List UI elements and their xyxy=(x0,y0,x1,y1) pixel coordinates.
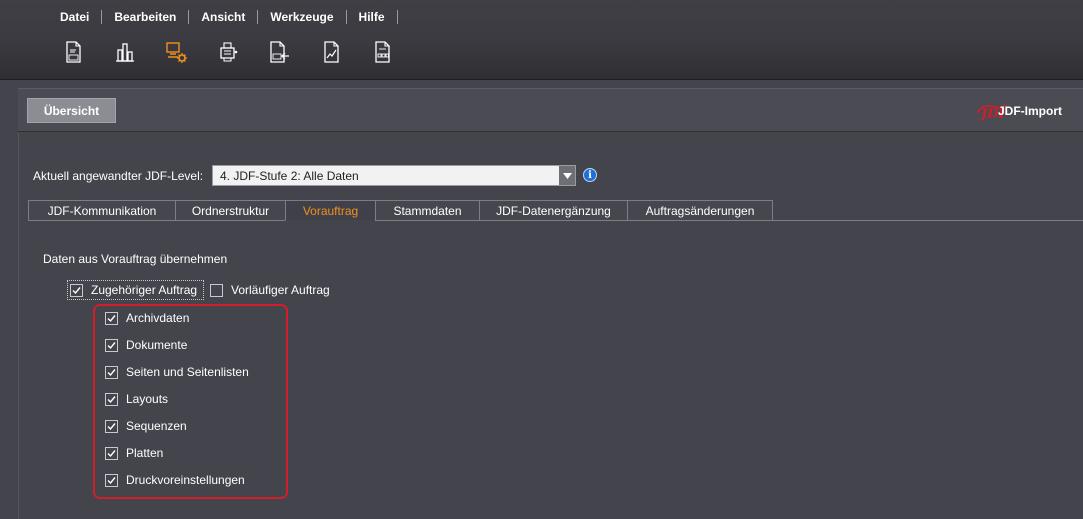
checkbox-archivdaten[interactable]: Archivdaten xyxy=(105,310,189,326)
toolbar-button-document-grid[interactable] xyxy=(369,39,395,65)
toolbar-button-document-chart[interactable] xyxy=(318,39,344,65)
tab-stammdaten[interactable]: Stammdaten xyxy=(375,200,479,221)
document-grid-icon xyxy=(375,41,390,63)
checkbox-layouts[interactable]: Layouts xyxy=(105,391,168,407)
checkbox-label: Druckvoreinstellungen xyxy=(126,473,245,487)
tab-vorauftrag[interactable]: Vorauftrag xyxy=(285,200,375,221)
check-icon xyxy=(72,286,81,294)
info-icon[interactable]: i xyxy=(583,168,597,182)
jdf-level-select[interactable]: 4. JDF-Stufe 2: Alle Daten xyxy=(212,165,576,186)
check-icon xyxy=(107,341,116,349)
toolbar xyxy=(60,38,421,66)
building-blocks-icon xyxy=(115,43,134,62)
checkbox-platten[interactable]: Platten xyxy=(105,445,163,461)
chevron-down-icon[interactable] xyxy=(559,166,575,185)
workstation-gear-icon xyxy=(166,42,187,63)
checkbox-box[interactable] xyxy=(105,392,118,406)
jdf-level-selected-value: 4. JDF-Stufe 2: Alle Daten xyxy=(220,169,359,183)
overview-button[interactable]: Übersicht xyxy=(27,98,116,123)
menu-werkzeuge[interactable]: Werkzeuge xyxy=(258,8,345,26)
checkbox-box[interactable] xyxy=(105,338,118,352)
checkbox-box[interactable] xyxy=(105,446,118,460)
checkbox-box[interactable] xyxy=(105,473,118,487)
toolbar-button-document-abc-arrow[interactable] xyxy=(266,39,292,65)
check-icon xyxy=(107,314,116,322)
checkbox-label: Platten xyxy=(126,446,164,460)
checkbox-box[interactable] xyxy=(210,283,223,297)
overview-bar: Übersicht JDF JDF-Import xyxy=(18,88,1083,132)
document-chart-icon xyxy=(323,41,339,63)
menu-hilfe[interactable]: Hilfe xyxy=(347,8,397,26)
checkbox-box[interactable] xyxy=(105,365,118,379)
menu-datei[interactable]: Datei xyxy=(48,8,101,26)
tab-bar: JDF-Kommunikation Ordnerstruktur Vorauft… xyxy=(28,200,773,221)
checkbox-sequenzen[interactable]: Sequenzen xyxy=(105,418,187,434)
check-icon xyxy=(107,449,116,457)
checkbox-label: Layouts xyxy=(126,392,169,406)
check-icon xyxy=(107,476,116,484)
check-icon xyxy=(107,368,116,376)
module-title: JDF-Import xyxy=(998,104,1062,118)
tab-jdf-datenergaenzung[interactable]: JDF-Datenergänzung xyxy=(479,200,627,221)
checkbox-label: Seiten und Seitenlisten xyxy=(126,365,249,379)
checkbox-box[interactable] xyxy=(105,419,118,433)
toolbar-button-workstation-gear[interactable] xyxy=(163,39,189,65)
app-header: Datei Bearbeiten Ansicht Werkzeuge Hilfe xyxy=(0,0,1083,80)
checkbox-label: Sequenzen xyxy=(126,419,187,433)
menu-bar: Datei Bearbeiten Ansicht Werkzeuge Hilfe xyxy=(48,8,398,26)
menu-divider xyxy=(396,10,398,24)
menu-bearbeiten[interactable]: Bearbeiten xyxy=(102,8,188,26)
document-abc-arrow-icon xyxy=(270,41,289,63)
checkbox-label: Vorläufiger Auftrag xyxy=(231,283,330,297)
menu-ansicht[interactable]: Ansicht xyxy=(189,8,257,26)
content-border xyxy=(18,133,19,519)
tab-auftragsaenderungen[interactable]: Auftragsänderungen xyxy=(627,200,773,221)
checkbox-box[interactable] xyxy=(70,283,83,297)
toolbar-button-document-abc[interactable] xyxy=(60,39,86,65)
checkbox-zugehoeriger-auftrag[interactable]: Zugehöriger Auftrag xyxy=(70,282,197,298)
checkbox-box[interactable] xyxy=(105,311,118,325)
checkbox-seiten-und-seitenlisten[interactable]: Seiten und Seitenlisten xyxy=(105,364,249,380)
toolbar-button-printer-list[interactable] xyxy=(215,39,241,65)
tab-baseline xyxy=(773,220,1083,221)
checkbox-label: Zugehöriger Auftrag xyxy=(91,283,198,297)
checkbox-label: Dokumente xyxy=(126,338,188,352)
check-icon xyxy=(107,422,116,430)
checkbox-label: Archivdaten xyxy=(126,311,190,325)
jdf-level-label: Aktuell angewandter JDF-Level: xyxy=(33,169,204,183)
checkbox-druckvoreinstellungen[interactable]: Druckvoreinstellungen xyxy=(105,472,245,488)
checkbox-vorlaeufiger-auftrag[interactable]: Vorläufiger Auftrag xyxy=(210,282,330,298)
printer-list-icon xyxy=(219,42,237,62)
toolbar-button-building-blocks[interactable] xyxy=(112,39,138,65)
checkbox-dokumente[interactable]: Dokumente xyxy=(105,337,187,353)
panel-title: Daten aus Vorauftrag übernehmen xyxy=(43,252,228,266)
document-abc-icon xyxy=(66,41,81,63)
check-icon xyxy=(107,395,116,403)
tab-ordnerstruktur[interactable]: Ordnerstruktur xyxy=(175,200,285,221)
tab-jdf-kommunikation[interactable]: JDF-Kommunikation xyxy=(28,200,175,221)
